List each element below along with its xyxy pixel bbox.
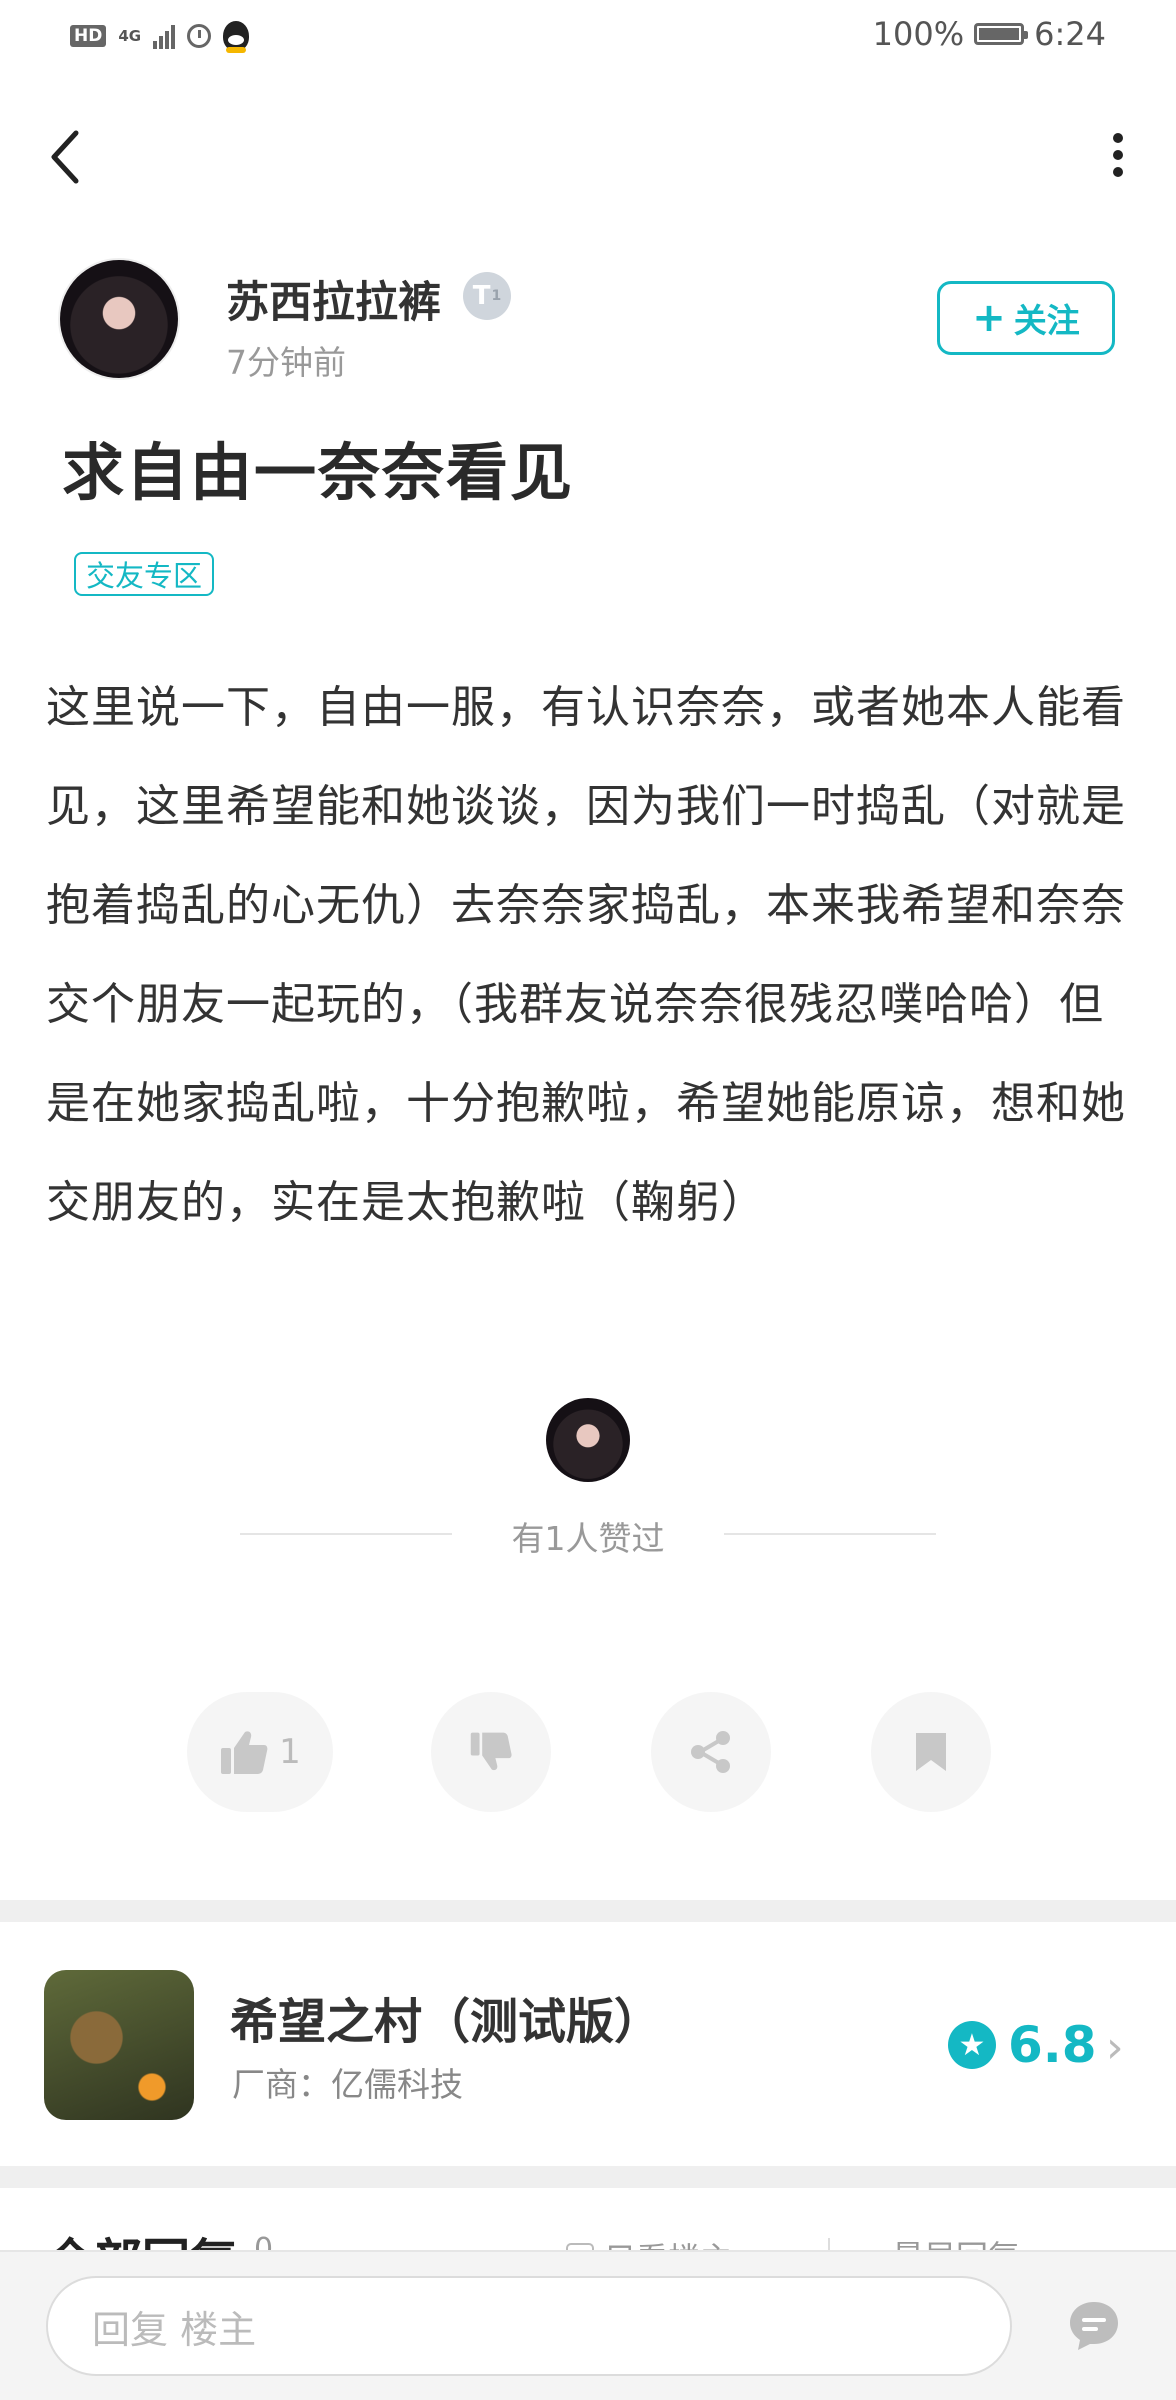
bookmark-button[interactable] [871,1692,991,1812]
back-button[interactable] [40,122,90,192]
back-arrow-icon [51,130,79,184]
comment-icon [1070,2302,1118,2350]
likers-text[interactable]: 有1人赞过 [452,1512,724,1560]
network-type: 4G [118,26,142,45]
level-badge: T1 [463,272,511,320]
level-number: 1 [491,288,502,304]
game-rating[interactable]: ★ 6.8 [948,2016,1097,2074]
status-bar-right: 100% 6:24 [873,14,1106,54]
more-dot-icon [1113,150,1123,160]
post-title: 求自由一奈奈看见 [62,436,575,509]
thumbs-down-icon [470,1732,512,1771]
chevron-right-icon[interactable]: › [1106,2022,1124,2073]
follow-label: 关注 [1013,301,1080,340]
battery-percent: 100% [872,15,965,53]
divider-line [724,1533,936,1535]
status-time: 6:24 [1034,15,1106,53]
more-options-button[interactable] [1098,120,1138,190]
level-letter: T [472,281,491,311]
more-dot-icon [1113,167,1123,177]
more-dot-icon [1113,133,1123,143]
like-count: 1 [279,1732,301,1772]
signal-icon [153,23,176,49]
game-vendor: 厂商：亿儒科技 [232,2065,463,2104]
post-body: 这里说一下，自由一服，有认识奈奈，或者她本人能看见，这里希望能和她谈谈，因为我们… [46,682,1126,1228]
status-bar-left: HD 4G [70,18,250,54]
alarm-icon [187,24,212,48]
liker-avatar[interactable] [546,1398,630,1482]
section-separator [0,2166,1176,2188]
follow-button[interactable]: + 关注 [937,281,1115,355]
star-icon: ★ [948,2021,996,2069]
qq-icon [223,21,250,53]
author-avatar[interactable] [60,260,178,378]
like-button[interactable]: 1 [187,1692,333,1812]
category-tag[interactable]: 交友专区 [74,552,215,596]
plus-icon: + [972,295,1006,341]
divider-line [240,1533,452,1535]
thumbs-up-icon [221,1731,268,1774]
bookmark-icon [916,1733,946,1771]
share-icon [691,1731,730,1773]
game-icon[interactable] [44,1970,194,2120]
rating-value: 6.8 [1008,2016,1097,2074]
game-name[interactable]: 希望之村（测试版） [230,1982,662,2052]
comment-button[interactable] [1066,2298,1122,2354]
dislike-button[interactable] [431,1692,551,1812]
hd-icon: HD [70,25,107,47]
share-button[interactable] [651,1692,771,1812]
author-name[interactable]: 苏西拉拉裤 [226,268,441,330]
battery-icon [974,23,1029,45]
reply-input[interactable]: 回复 楼主 [46,2276,1012,2376]
post-time: 7分钟前 [226,343,346,382]
section-separator [0,1900,1176,1922]
